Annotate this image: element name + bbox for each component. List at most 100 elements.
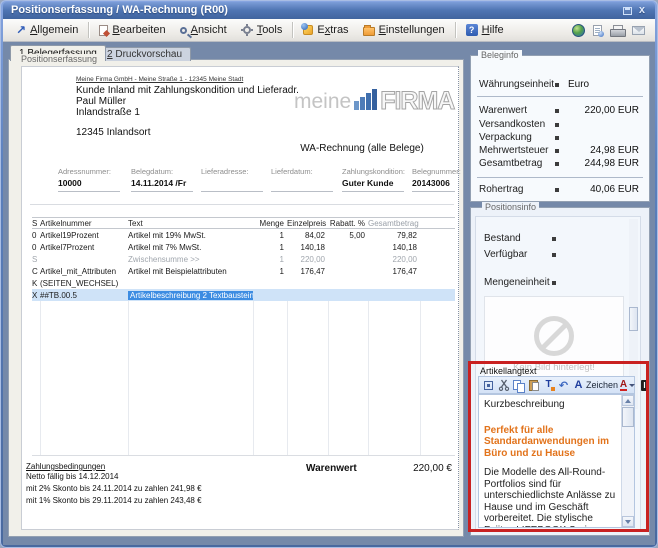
menu-einstellungen[interactable]: Einstellungen (356, 22, 452, 38)
field-bullet (552, 253, 556, 257)
langtext-line-1: Kurzbeschreibung (484, 399, 616, 411)
positionsinfo-group: Bestand Verfügbar Mengeneinheit Kein Bil… (470, 207, 650, 536)
field-value-adressnummer[interactable]: 10000 (58, 178, 82, 188)
payment-terms-heading: Zahlungsbedingungen (26, 462, 105, 472)
insert-object-icon[interactable] (481, 378, 496, 393)
arrow-ne-icon: ↗ (16, 25, 26, 35)
document-info-icon[interactable] (593, 25, 602, 36)
web-globe-icon[interactable] (572, 24, 585, 37)
logo-word-firma: FIRMA (380, 91, 454, 112)
field-value-zahlungskondition[interactable]: Guter Kunde (342, 178, 393, 188)
scroll-up-button[interactable] (622, 395, 634, 406)
panel-scrollbar-thumb[interactable] (629, 307, 638, 331)
scroll-down-button[interactable] (622, 516, 634, 527)
menu-tools[interactable]: Tools (234, 22, 290, 38)
positionsinfo-label-mengeneinheit: Mengeneinheit (484, 277, 550, 288)
col-header-artikelnummer: Artikelnummer (40, 219, 128, 228)
positionsinfo-label-verfuegbar: Verfügbar (484, 249, 527, 260)
restore-window-icon[interactable] (623, 7, 632, 15)
grid-column-line (328, 301, 329, 455)
langtext-editor[interactable]: Kurzbeschreibung Perfekt für alle Standa… (478, 394, 635, 528)
format-text-icon[interactable]: T (541, 378, 556, 393)
langtext-toolbar: T ↶ A Zeichen A I (478, 376, 635, 394)
grid-column-line (287, 301, 288, 455)
sender-line: Meine Firma GmbH - Meine Straße 1 - 1234… (76, 76, 243, 83)
beleginfo-label-rohertrag: Rohertrag (479, 184, 523, 195)
cut-icon[interactable] (496, 378, 511, 393)
beleginfo-value-mehrwertsteuer: 24,98 EUR (539, 145, 639, 156)
font-icon[interactable]: A (571, 378, 586, 393)
langtext-highlight: Perfekt für alle Standardanwendungen im … (484, 425, 616, 460)
col-header-s: S (32, 219, 40, 228)
menu-allgemein[interactable]: ↗ Allgemein (9, 22, 85, 38)
field-label-belegnummer: Belegnummer: (412, 167, 461, 176)
positionsinfo-group-label: Positionsinfo (482, 202, 539, 212)
address-city: 12345 Inlandsort (76, 127, 151, 138)
printer-icon[interactable] (610, 25, 624, 36)
col-header-rabatt: Rabatt. % (328, 219, 368, 228)
table-row-subtotal[interactable]: S Zwischensumme >> 1 220,00 220,00 (32, 253, 455, 265)
beleginfo-group: Währungseinheit Euro Warenwert 220,00 EU… (470, 55, 650, 202)
col-header-gesamtbetrag: Gesamtbetrag (368, 219, 420, 228)
table-header-row: S Artikelnummer Text Menge Einzelpreis R… (32, 217, 455, 229)
beleginfo-value-warenwert: 220,00 EUR (539, 105, 639, 116)
title-bar: Positionserfassung / WA-Rechnung (R00) x (3, 2, 655, 19)
beleginfo-label-waehrungseinheit: Währungseinheit (479, 79, 554, 90)
field-bullet (555, 123, 559, 127)
col-header-einzelpreis: Einzelpreis (287, 219, 328, 228)
address-line-2: Paul Müller (76, 96, 126, 107)
langtext-label: Artikellangtext (480, 366, 537, 376)
text-cursor-icon[interactable]: I (637, 378, 652, 393)
email-icon[interactable] (632, 26, 645, 35)
logo-bars-icon (354, 89, 378, 110)
menu-separator (88, 22, 89, 38)
col-header-menge: Menge (253, 219, 287, 228)
help-icon: ? (466, 24, 478, 36)
menu-ansicht[interactable]: Ansicht (173, 22, 234, 38)
edit-page-icon (99, 25, 108, 36)
app-window: Positionserfassung / WA-Rechnung (R00) x… (0, 0, 658, 548)
font-color-icon[interactable]: A (618, 378, 637, 393)
menu-hilfe[interactable]: ? Hilfe (459, 22, 511, 38)
grid-column-line (128, 301, 129, 455)
editor-scrollbar[interactable] (621, 395, 634, 527)
col-header-text: Text (128, 219, 253, 228)
field-label-belegdatum: Belegdatum: (131, 167, 173, 176)
close-window-icon[interactable]: x (639, 4, 645, 17)
field-value-belegdatum[interactable]: 14.11.2014 /Fr (131, 178, 186, 188)
extras-icon (303, 25, 313, 35)
field-value-belegnummer[interactable]: 20143006 (412, 178, 450, 188)
editor-scrollbar-thumb[interactable] (622, 407, 634, 427)
positionserfassung-group-label: Positionserfassung (18, 54, 100, 64)
table-row-pagebreak[interactable]: K (SEITEN_WECHSEL) (32, 277, 455, 289)
beleginfo-value-gesamtbetrag: 244,98 EUR (539, 158, 639, 169)
separator-line (477, 96, 643, 97)
selected-text-cell[interactable]: Artikelbeschreibung 2 Textbaustein (128, 291, 253, 300)
paste-icon[interactable] (526, 378, 541, 393)
table-empty-area (32, 301, 455, 456)
window-title: Positionserfassung / WA-Rechnung (R00) (11, 4, 228, 16)
goods-value-amount: 220,00 € (368, 463, 452, 474)
magnifier-icon (180, 27, 187, 34)
table-row[interactable]: 0 Artikel19Prozent Artikel mit 19% MwSt.… (32, 229, 455, 241)
payment-line-2: mit 2% Skonto bis 24.11.2014 zu zahlen 2… (26, 484, 202, 494)
grid-column-line (253, 301, 254, 455)
langtext-paragraph: Die Modelle des All-Round-Portfolios sin… (484, 467, 616, 528)
table-row-selected[interactable]: X ##TB.00.5 Artikelbeschreibung 2 Textba… (32, 289, 455, 301)
field-bullet (552, 237, 556, 241)
settings-folder-icon (363, 27, 375, 36)
copy-icon[interactable] (511, 378, 526, 393)
goods-value-label: Warenwert (306, 463, 357, 474)
table-row[interactable]: C Artikel_mit_Attributen Artikel mit Bei… (32, 265, 455, 277)
no-image-icon (534, 316, 574, 356)
grid-column-line (368, 301, 369, 455)
menu-bearbeiten[interactable]: Bearbeiten (92, 22, 172, 38)
field-label-adressnummer: Adressnummer: (58, 167, 111, 176)
tab-druckvorschau[interactable]: 2 Druckvorschau (98, 47, 191, 61)
menu-extras[interactable]: Extras (296, 22, 355, 38)
positionsinfo-label-bestand: Bestand (484, 233, 521, 244)
undo-icon[interactable]: ↶ (556, 378, 571, 393)
field-bullet (555, 83, 559, 87)
zeichen-label[interactable]: Zeichen (586, 380, 618, 390)
table-row[interactable]: 0 Artikel7Prozent Artikel mit 7% MwSt. 1… (32, 241, 455, 253)
